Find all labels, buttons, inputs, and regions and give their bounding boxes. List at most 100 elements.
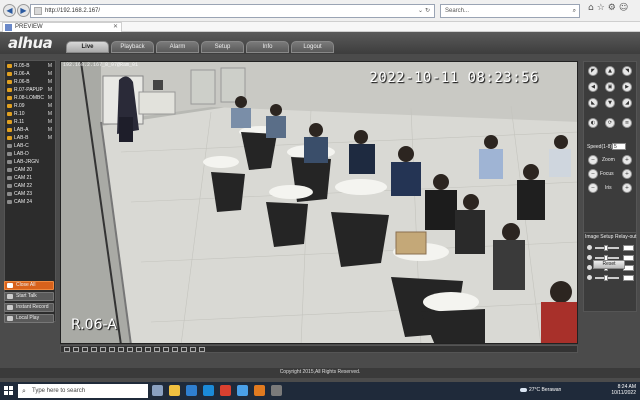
reset-button[interactable]: Reset	[593, 260, 625, 269]
search-icon[interactable]: ⌕	[573, 5, 576, 17]
channel-item[interactable]: R.06-A M	[5, 70, 55, 78]
speed-select[interactable]: 5	[612, 143, 626, 150]
iris-open-icon[interactable]: +	[622, 183, 632, 193]
hue-slider[interactable]	[587, 275, 635, 281]
tab-live[interactable]: Live	[66, 41, 109, 53]
audio-icon[interactable]	[172, 347, 178, 352]
channel-item[interactable]: CAM 20	[5, 166, 55, 174]
fluency-icon[interactable]	[136, 347, 142, 352]
windows-start-icon[interactable]	[4, 386, 14, 396]
camera-icon	[7, 160, 12, 164]
channel-item[interactable]: R.10 M	[5, 110, 55, 118]
ptz-menu-icon[interactable]: ≡	[622, 118, 632, 128]
channel-stream-flag: M	[47, 111, 52, 117]
channel-item[interactable]: R.06-B M	[5, 78, 55, 86]
internet-explorer-icon[interactable]	[237, 385, 248, 396]
split-25-icon[interactable]	[100, 347, 106, 352]
ptz-up-left-icon[interactable]: ◤	[588, 66, 598, 76]
task-view-icon[interactable]	[152, 385, 163, 396]
clock-date: 10/11/2022	[611, 390, 636, 396]
prev-icon[interactable]	[181, 347, 187, 352]
split-9-icon[interactable]	[82, 347, 88, 352]
iris-close-icon[interactable]: −	[588, 183, 598, 193]
channel-item[interactable]: LAB-B M	[5, 134, 55, 142]
tab-image-setup[interactable]: Image Setup	[585, 234, 613, 240]
video-camera-label: R.06-A	[71, 317, 117, 333]
file-explorer-icon[interactable]	[169, 385, 180, 396]
instant-record-button[interactable]: Instant Record	[4, 303, 54, 312]
zoom-icon[interactable]	[163, 347, 169, 352]
channel-item[interactable]: CAM 22	[5, 182, 55, 190]
ptz-preset-icon[interactable]: ◐	[588, 118, 598, 128]
ptz-center-icon[interactable]: ▣	[605, 82, 615, 92]
channel-item[interactable]: CAM 23	[5, 190, 55, 198]
ptz-tour-icon[interactable]: ⟳	[605, 118, 615, 128]
ptz-up-icon[interactable]: ▲	[605, 66, 615, 76]
system-clock[interactable]: 8:24 AM 10/11/2022	[611, 384, 636, 396]
snapshot-icon[interactable]	[145, 347, 151, 352]
close-all-button[interactable]: Close All	[4, 281, 54, 290]
channel-item[interactable]: R.05-B M	[5, 62, 55, 70]
chrome-icon[interactable]	[220, 385, 231, 396]
search-placeholder: Search...	[445, 8, 470, 14]
brightness-slider[interactable]	[587, 245, 635, 251]
tab-info[interactable]: Info	[246, 41, 289, 53]
browser-tools-icons[interactable]: ⌂☆⚙☺	[588, 3, 631, 13]
split-1-icon[interactable]	[64, 347, 70, 352]
channel-item[interactable]: R.07-PAPUP M	[5, 86, 55, 94]
forward-arrow-icon[interactable]: ▶	[17, 4, 30, 17]
weather-widget[interactable]: 27°C Berawan	[520, 387, 561, 393]
split-36-icon[interactable]	[109, 347, 115, 352]
edge-icon[interactable]	[203, 385, 214, 396]
browser-tab[interactable]: PREVIEW ✕	[2, 22, 122, 32]
browser-search-input[interactable]: Search... ⌕	[440, 4, 580, 18]
ptz-left-icon[interactable]: ◀	[588, 82, 598, 92]
tab-logout[interactable]: Logout	[291, 41, 334, 53]
record-icon[interactable]	[154, 347, 160, 352]
back-arrow-icon[interactable]: ◀	[3, 4, 16, 17]
ptz-down-left-icon[interactable]: ◣	[588, 98, 598, 108]
channel-item[interactable]: R.09 M	[5, 102, 55, 110]
channel-item[interactable]: R.08-LOMBC M	[5, 94, 55, 102]
channel-item[interactable]: R.11 M	[5, 118, 55, 126]
tab-playback[interactable]: Playback	[111, 41, 154, 53]
focus-label: Focus	[600, 171, 614, 177]
close-icon[interactable]: ✕	[113, 23, 118, 32]
channel-list: R.05-B M R.06-A M R.06-B M R.07-PAPUP M R.08-LOM…	[5, 61, 55, 206]
video-timestamp: 2022-10-11 08:23:56	[369, 70, 539, 86]
mail-icon[interactable]	[186, 385, 197, 396]
focus-in-icon[interactable]: +	[622, 169, 632, 179]
local-play-button[interactable]: Local Play	[4, 314, 54, 323]
ptz-up-right-icon[interactable]: ◥	[622, 66, 632, 76]
channel-item[interactable]: LAB-JRGN	[5, 158, 55, 166]
channel-item[interactable]: CAM 21	[5, 174, 55, 182]
tab-alarm[interactable]: Alarm	[156, 41, 199, 53]
record-icon	[7, 305, 13, 310]
tab-relay-out[interactable]: Relay-out	[615, 234, 636, 240]
channel-label: LAB-C	[14, 143, 29, 149]
refresh-icon[interactable]: ⌄ ↻	[418, 5, 430, 17]
channel-item[interactable]: LAB-D	[5, 150, 55, 158]
app-icon[interactable]	[271, 385, 282, 396]
tab-setup[interactable]: Setup	[201, 41, 244, 53]
focus-out-icon[interactable]: −	[588, 169, 598, 179]
channel-item[interactable]: LAB-A M	[5, 126, 55, 134]
next-icon[interactable]	[190, 347, 196, 352]
start-talk-button[interactable]: Start Talk	[4, 292, 54, 301]
ptz-right-icon[interactable]: ▶	[622, 82, 632, 92]
ptz-down-right-icon[interactable]: ◢	[622, 98, 632, 108]
zoom-in-icon[interactable]: +	[622, 155, 632, 165]
channel-item[interactable]: LAB-C	[5, 142, 55, 150]
split-4-icon[interactable]	[73, 347, 79, 352]
address-bar[interactable]: http://192.168.2.167/ ⌄ ↻	[30, 4, 435, 18]
taskbar-search-input[interactable]: ⌕ Type here to search	[18, 384, 148, 398]
aspect-ratio-icon[interactable]	[127, 347, 133, 352]
sequence-icon[interactable]	[199, 347, 205, 352]
split-16-icon[interactable]	[91, 347, 97, 352]
firefox-icon[interactable]	[254, 385, 265, 396]
fullscreen-icon[interactable]	[118, 347, 124, 352]
zoom-out-icon[interactable]: −	[588, 155, 598, 165]
channel-item[interactable]: CAM 24	[5, 198, 55, 206]
ptz-down-icon[interactable]: ▼	[605, 98, 615, 108]
live-video-view[interactable]: 192.168.2.167_8_97@Ram_01 2022-10-11 08:…	[60, 61, 578, 344]
